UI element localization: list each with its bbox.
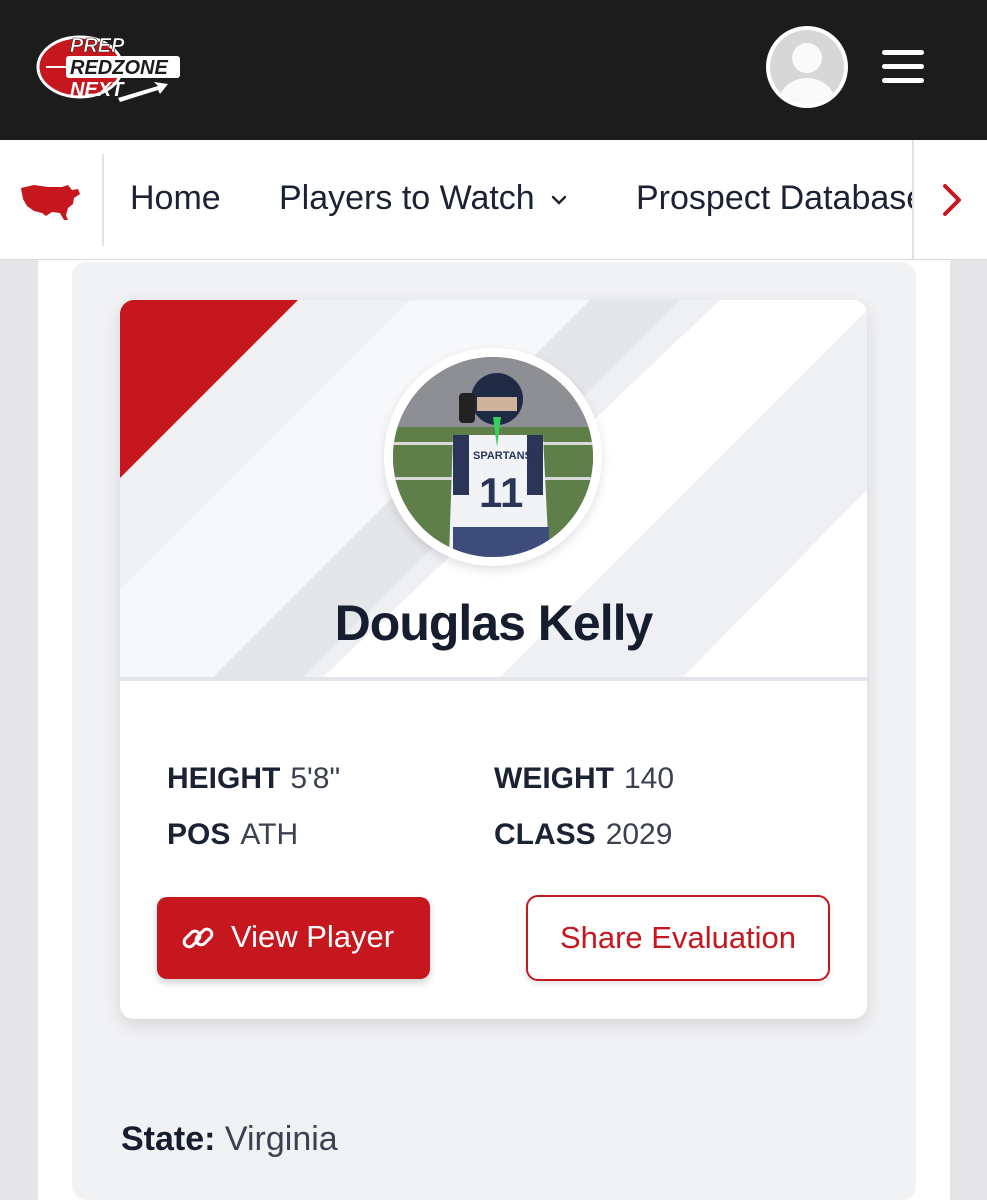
stat-weight-label: WEIGHT — [494, 762, 614, 795]
player-photo: SPARTANS 11 — [384, 348, 602, 566]
nav-divider — [102, 154, 104, 246]
player-name: Douglas Kelly — [334, 595, 654, 651]
share-evaluation-button[interactable]: Share Evaluation — [526, 895, 830, 981]
nav-home-label: Home — [130, 179, 221, 217]
stat-weight-value: 140 — [624, 762, 675, 795]
chevron-right-icon — [943, 184, 961, 216]
stat-class: CLASS 2029 — [494, 818, 672, 852]
logo-text-next: NEXT — [70, 79, 125, 101]
state-row: State: Virginia — [121, 1120, 338, 1159]
stat-position: POS ATH — [167, 818, 298, 852]
stat-weight: WEIGHT 140 — [494, 762, 674, 796]
state-label: State: — [121, 1120, 216, 1158]
nav-prospect-database-label: Prospect Database — [636, 179, 912, 217]
stat-class-value: 2029 — [605, 818, 673, 851]
stat-height-value: 5'8" — [290, 762, 341, 795]
logo-text-redzone: REDZONE — [70, 57, 168, 79]
stat-class-label: CLASS — [494, 818, 596, 851]
site-logo[interactable]: PREP REDZONE NEXT — [36, 30, 186, 104]
nav-home[interactable]: Home — [130, 176, 221, 220]
stat-position-label: POS — [167, 818, 231, 851]
view-player-button[interactable]: View Player — [157, 897, 430, 979]
player-card: SPARTANS 11 Douglas Kelly HEIGHT 5'8" WEI… — [120, 300, 867, 1019]
link-icon — [182, 927, 214, 949]
stat-height: HEIGHT 5'8" — [167, 762, 340, 796]
nav-prospect-database[interactable]: Prospect Database — [636, 176, 912, 220]
chevron-down-icon — [551, 177, 567, 221]
logo-text-prep: PREP — [70, 35, 125, 57]
stat-height-label: HEIGHT — [167, 762, 281, 795]
state-value: Virginia — [224, 1120, 338, 1158]
nav-players-to-watch[interactable]: Players to Watch — [279, 176, 567, 225]
nav-players-to-watch-label: Players to Watch — [279, 179, 535, 217]
share-evaluation-label: Share Evaluation — [559, 920, 797, 955]
nav-scroll-right-button[interactable] — [912, 140, 987, 259]
top-header: PREP REDZONE NEXT — [0, 0, 987, 140]
view-player-label: View Player — [231, 919, 395, 954]
main-nav: Home Players to Watch Prospect Database — [0, 140, 987, 260]
usa-map-icon[interactable] — [18, 182, 84, 222]
stat-position-value: ATH — [240, 818, 299, 851]
svg-text:SPARTANS: SPARTANS — [473, 450, 532, 462]
svg-text:11: 11 — [479, 469, 523, 516]
hero-divider — [120, 677, 867, 681]
user-avatar-icon[interactable] — [766, 26, 848, 108]
hamburger-icon[interactable] — [880, 48, 926, 84]
